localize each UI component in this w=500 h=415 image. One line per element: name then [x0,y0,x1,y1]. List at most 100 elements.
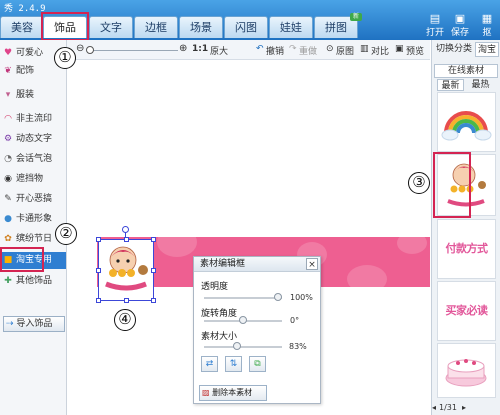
bow-icon: ❦ [4,66,12,76]
zoom-in-icon[interactable]: ⊕ [179,43,187,54]
save-label: 保存 [450,28,469,38]
marker-4: ④ [114,309,136,331]
category-item-dongtai[interactable]: ⚙ 动态文字 [2,131,66,148]
tab-biankuang[interactable]: 边框 [134,16,178,38]
category-item-huihua[interactable]: ◔ 会话气泡 [2,151,66,168]
rotation-slider-knob[interactable] [239,316,247,324]
redo-icon[interactable]: ↷ [289,44,297,54]
flip-vertical-button[interactable]: ⇅ [225,356,242,372]
zoom-out-icon[interactable]: ⊖ [76,43,84,54]
marker-3: ③ [408,172,430,194]
opacity-value: 100% [290,293,313,302]
category-item-katong[interactable]: ● 卡通形象 [2,211,66,228]
resize-handle-tl[interactable] [96,237,101,242]
resize-handle-bl[interactable] [96,298,101,303]
tab-meirong[interactable]: 美容 [0,16,44,38]
tab-wenzi[interactable]: 文字 [89,16,133,38]
editor-title[interactable]: 素材编辑框 [194,257,320,272]
buyer-text: 买家必读 [445,304,489,317]
delete-material-button[interactable]: ▨ 删除本素材 [199,385,267,401]
resize-handle-br[interactable] [151,298,156,303]
cartoon-icon: ● [4,214,12,224]
import-label: 导入饰品 [16,319,53,329]
import-button[interactable]: ⇢ 导入饰品 [3,316,65,332]
size-slider[interactable] [204,346,282,348]
lips-icon: ◠ [4,114,12,124]
heart-icon: ♥ [3,48,13,58]
resize-handle-bottom[interactable] [124,298,129,303]
category-label: 非主流印 [16,114,53,124]
payment-text: 付款方式 [445,242,489,255]
thumb-cake[interactable] [437,343,496,398]
editor-close-button[interactable]: × [306,258,318,270]
category-item-qita[interactable]: ✚ 其他饰品 [2,273,66,290]
rotate-handle[interactable] [122,226,129,233]
thumb-buyer[interactable]: 买家必读 [437,281,496,341]
thumb-payment[interactable]: 付款方式 [437,219,496,279]
category-label: 缤纷节日 [16,234,53,244]
duplicate-button[interactable]: ⧉ [249,356,266,372]
category-label: 其他饰品 [16,276,53,286]
category-label: 配饰 [16,66,35,76]
resize-handle-left[interactable] [96,268,101,273]
sort-hottest-tab[interactable]: 最热 [467,79,494,91]
page-next-icon[interactable]: ▸ [462,403,466,412]
category-item-egao[interactable]: ✎ 开心恶搞 [2,191,66,208]
delete-label: 删除本素材 [212,388,253,397]
open-button[interactable]: ▤ 打开 [424,12,446,38]
opacity-slider[interactable] [204,297,282,299]
flip-horizontal-button[interactable]: ⇄ [201,356,218,372]
tab-changjing[interactable]: 场景 [179,16,223,38]
cut-button[interactable]: ▦ 抠 [476,12,498,38]
thumb-rainbow[interactable] [437,92,496,152]
mask-icon: ◉ [4,174,12,184]
zoom-ratio[interactable]: 1:1 [192,44,208,54]
compare-icon[interactable]: ▥ [360,44,369,54]
other-icon: ✚ [4,276,12,286]
category-label: 卡通形象 [16,214,53,224]
category-label: 服装 [16,90,35,100]
fun-icon: ✎ [4,194,12,204]
flip-horizontal-icon: ⇄ [205,359,214,369]
resize-handle-right[interactable] [151,268,156,273]
size-label: 素材大小 [201,332,238,342]
zoom-original-size[interactable]: 原大 [210,44,228,57]
thumb-highlight-box [433,152,471,218]
trash-icon: ▨ [202,388,213,397]
save-button[interactable]: ▣ 保存 [449,12,471,38]
preview-icon[interactable]: ▣ [395,44,404,54]
tab-wawa[interactable]: 娃娃 [269,16,313,38]
page-indicator: 1/31 [439,403,457,412]
open-label: 打开 [425,28,444,38]
sort-newest-tab[interactable]: 最新 [437,79,464,91]
category-item-zhedang[interactable]: ◉ 遮挡物 [2,171,66,188]
original-icon[interactable]: ⊙ [326,44,334,54]
online-materials-tab[interactable]: 在线素材 [434,64,498,78]
cut-icon: ▦ [481,12,493,25]
switch-category-tab[interactable]: 切换分类 [434,42,474,57]
compare-button[interactable]: 对比 [371,44,389,57]
marker-2: ② [55,223,77,245]
category-label: 动态文字 [16,134,53,144]
zoom-slider[interactable] [90,50,178,51]
save-icon: ▣ [454,12,466,25]
category-item-fuzhuang[interactable]: ▾ 服装 [2,87,66,104]
opacity-slider-knob[interactable] [274,293,282,301]
tab-shantu[interactable]: 闪图 [224,16,268,38]
redo-button[interactable]: 重做 [299,44,317,57]
text-icon: ⚙ [3,134,13,144]
page-prev-icon[interactable]: ◂ [432,403,436,412]
preview-button[interactable]: 预览 [406,44,424,57]
flip-vertical-icon: ⇅ [229,359,238,369]
category-item-feizhuliu[interactable]: ◠ 非主流印 [2,111,66,128]
undo-button[interactable]: 撤销 [266,44,284,57]
folder-icon: ▤ [429,12,441,25]
marker-1: ① [54,47,76,69]
original-button[interactable]: 原图 [336,44,354,57]
category-label: 开心恶搞 [16,194,53,204]
zoom-slider-knob[interactable] [86,46,94,54]
resize-handle-tr[interactable] [151,237,156,242]
undo-icon[interactable]: ↶ [256,44,264,54]
taobao-tab[interactable]: 淘宝 [475,42,499,57]
opacity-label: 透明度 [201,282,229,292]
